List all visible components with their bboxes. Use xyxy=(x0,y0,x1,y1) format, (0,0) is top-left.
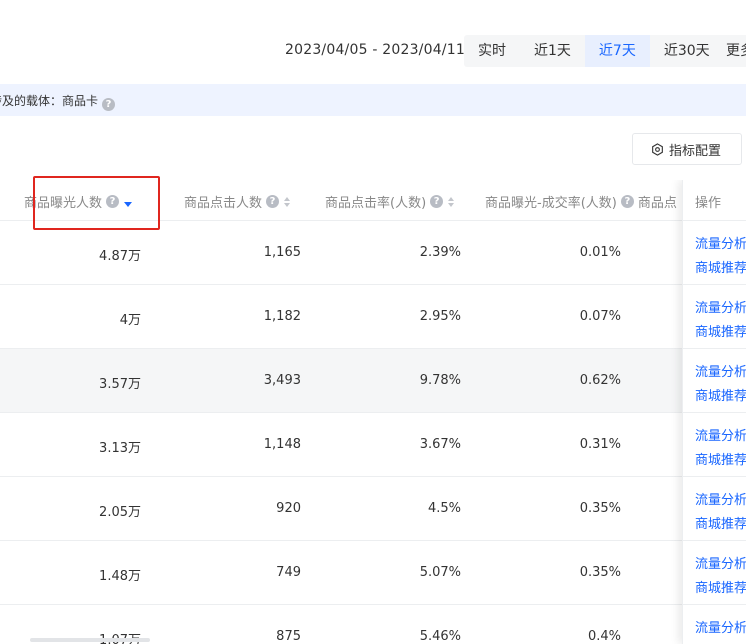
table-row: 4.87万 1,165 2.39% 0.01% xyxy=(0,221,746,285)
table-row: 4万 1,182 2.95% 0.07% xyxy=(0,285,746,349)
mall-recommend-link[interactable]: 商城推荐 xyxy=(695,513,746,532)
cell-exposure: 2.05万 xyxy=(99,505,141,520)
help-icon[interactable]: ? xyxy=(430,195,444,208)
date-range-picker[interactable]: 2023/04/05 - 2023/04/11 xyxy=(285,42,465,58)
traffic-analysis-link[interactable]: 流量分析 xyxy=(695,617,746,636)
cell-clicks: 1,148 xyxy=(263,437,301,452)
help-icon[interactable]: ? xyxy=(102,98,116,111)
cell-ctr: 4.5% xyxy=(427,501,461,516)
cell-clicks: 749 xyxy=(276,565,301,580)
col-clicks-header[interactable]: 商品点击人数? xyxy=(184,192,291,211)
metric-config-button[interactable]: 指标配置 xyxy=(632,133,742,165)
more-periods-button[interactable]: 更多 xyxy=(712,35,746,67)
cell-cvr: 0.62% xyxy=(579,373,621,388)
cell-clicks: 3,493 xyxy=(263,373,301,388)
action-cell: 流量分析 商城推荐 xyxy=(683,477,746,541)
metric-config-label: 指标配置 xyxy=(669,143,722,159)
period-realtime-button[interactable]: 实时 xyxy=(464,35,520,67)
action-cell: 流量分析 商城推荐 xyxy=(683,221,746,285)
traffic-analysis-link[interactable]: 流量分析 xyxy=(695,553,746,572)
col-label: 商品点击率(人数) xyxy=(325,196,427,211)
sort-icon[interactable] xyxy=(284,196,291,207)
cell-exposure: 4万 xyxy=(119,313,141,328)
col-label-truncated: 商品点 xyxy=(637,196,677,211)
traffic-analysis-link[interactable]: 流量分析 xyxy=(695,233,746,252)
col-actions-header: 操作 xyxy=(683,180,746,221)
col-label: 商品点击人数 xyxy=(184,196,263,211)
cell-cvr: 0.35% xyxy=(579,565,621,580)
cell-ctr: 9.78% xyxy=(419,373,461,388)
top-bar: 2023/04/05 - 2023/04/11 实时 近1天 近7天 近30天 … xyxy=(0,0,746,84)
settings-icon xyxy=(652,142,663,156)
action-cell: 流量分析 商城推荐 xyxy=(683,285,746,349)
period-1day-button[interactable]: 近1天 xyxy=(520,35,585,67)
period-7day-button[interactable]: 近7天 xyxy=(584,35,650,67)
table-row: 3.57万 3,493 9.78% 0.62% xyxy=(0,349,746,413)
mall-recommend-link[interactable]: 商城推荐 xyxy=(695,321,746,340)
action-cell: 流量分析 xyxy=(683,605,746,644)
col-label: 商品曝光-成交率(人数) xyxy=(485,196,617,211)
traffic-analysis-link[interactable]: 流量分析 xyxy=(695,361,746,380)
action-cell: 流量分析 商城推荐 xyxy=(683,349,746,413)
cell-exposure: 3.13万 xyxy=(99,441,141,456)
table-row: 2.05万 920 4.5% 0.35% xyxy=(0,477,746,541)
col-cvr-header[interactable]: 商品曝光-成交率(人数)? 商品点 xyxy=(485,192,677,211)
carrier-info-text: 涉及的载体：商品卡 xyxy=(0,94,99,108)
mall-recommend-link[interactable]: 商城推荐 xyxy=(695,577,746,596)
cell-cvr: 0.31% xyxy=(579,437,621,452)
traffic-analysis-link[interactable]: 流量分析 xyxy=(695,425,746,444)
actions-column: 操作 流量分析 商城推荐 流量分析 商城推荐 流量分析 商城推荐 流量分析 商城… xyxy=(682,180,746,644)
action-cell: 流量分析 商城推荐 xyxy=(683,541,746,605)
help-icon[interactable]: ? xyxy=(620,195,634,208)
cell-cvr: 0.07% xyxy=(579,309,621,324)
cell-ctr: 5.07% xyxy=(419,565,461,580)
cell-exposure: 3.57万 xyxy=(99,377,141,392)
cell-cvr: 0.01% xyxy=(579,245,621,260)
cell-ctr: 2.39% xyxy=(419,245,461,260)
mall-recommend-link[interactable]: 商城推荐 xyxy=(695,257,746,276)
period-selector: 实时 近1天 近7天 近30天 xyxy=(464,35,724,67)
help-icon[interactable]: ? xyxy=(266,195,280,208)
col-ctr-header[interactable]: 商品点击率(人数)? xyxy=(325,192,455,211)
carrier-info: 涉及的载体：商品卡? xyxy=(0,92,116,111)
horizontal-scrollbar[interactable] xyxy=(0,638,682,644)
mall-recommend-link[interactable]: 商城推荐 xyxy=(695,385,746,404)
data-table: 商品曝光人数? 商品点击人数? 商品点击率(人数)? 商品曝光-成交率(人数)?… xyxy=(0,180,746,644)
highlight-annotation-box xyxy=(33,176,160,230)
cell-cvr: 0.35% xyxy=(579,501,621,516)
carrier-info-bar: 涉及的载体：商品卡? xyxy=(0,84,746,116)
cell-ctr: 3.67% xyxy=(419,437,461,452)
cell-clicks: 1,165 xyxy=(263,245,301,260)
traffic-analysis-link[interactable]: 流量分析 xyxy=(695,297,746,316)
cell-clicks: 920 xyxy=(276,501,301,516)
table-row: 1.48万 749 5.07% 0.35% xyxy=(0,541,746,605)
cell-exposure: 4.87万 xyxy=(99,249,141,264)
scrollbar-thumb[interactable] xyxy=(30,638,150,642)
mall-recommend-link[interactable]: 商城推荐 xyxy=(695,449,746,468)
cell-ctr: 2.95% xyxy=(419,309,461,324)
sort-icon[interactable] xyxy=(448,196,455,207)
table-row: 3.13万 1,148 3.67% 0.31% xyxy=(0,413,746,477)
cell-exposure: 1.48万 xyxy=(99,569,141,584)
cell-clicks: 1,182 xyxy=(263,309,301,324)
action-cell: 流量分析 商城推荐 xyxy=(683,413,746,477)
traffic-analysis-link[interactable]: 流量分析 xyxy=(695,489,746,508)
